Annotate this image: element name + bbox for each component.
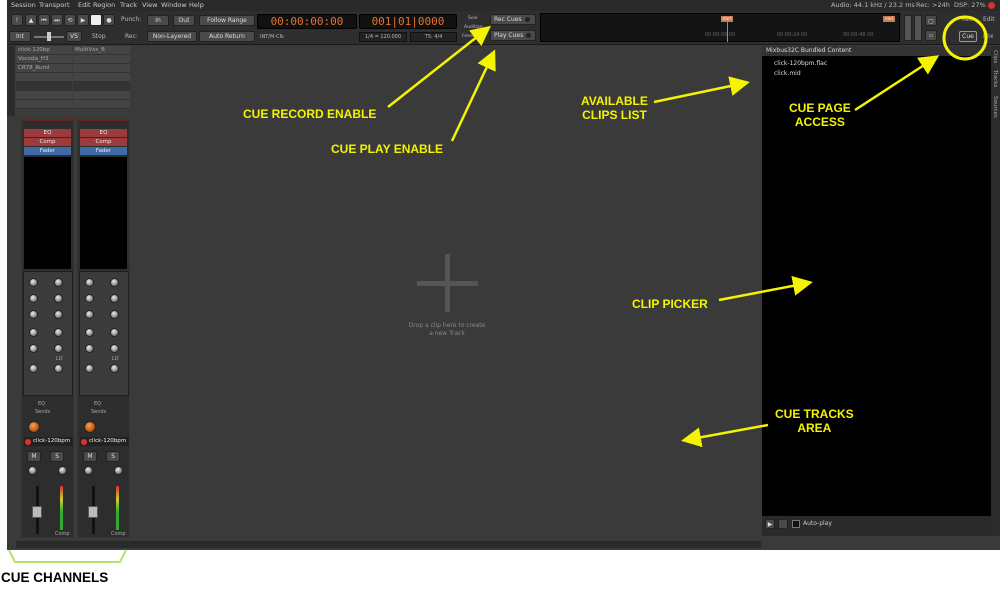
cue-page-annotation: CUE PAGE ACCESS	[789, 101, 851, 129]
arrow-cue-tracks	[681, 423, 769, 448]
arrow-cue-page	[854, 55, 940, 112]
available-clips-annotation: AVAILABLE CLIPS LIST	[581, 94, 648, 122]
arrow-cue-record	[387, 25, 491, 108]
cue-page-highlight	[942, 15, 988, 61]
arrow-clips-list	[653, 76, 750, 104]
mixbus-cue-window: Session Transport Edit Region Track View…	[0, 0, 1000, 591]
cue-tracks-annotation: CUE TRACKS AREA	[775, 407, 854, 435]
cue-channels-bracket	[8, 549, 127, 563]
cue-play-annotation: CUE PLAY ENABLE	[331, 142, 444, 156]
cue-channels-annotation: CUE CHANNELS	[1, 570, 109, 585]
arrow-clip-picker	[718, 275, 813, 302]
clip-picker-annotation: CLIP PICKER	[632, 297, 708, 311]
annotation-arrows	[8, 15, 988, 563]
cue-record-annotation: CUE RECORD ENABLE	[243, 107, 377, 121]
arrow-cue-play	[450, 49, 496, 142]
